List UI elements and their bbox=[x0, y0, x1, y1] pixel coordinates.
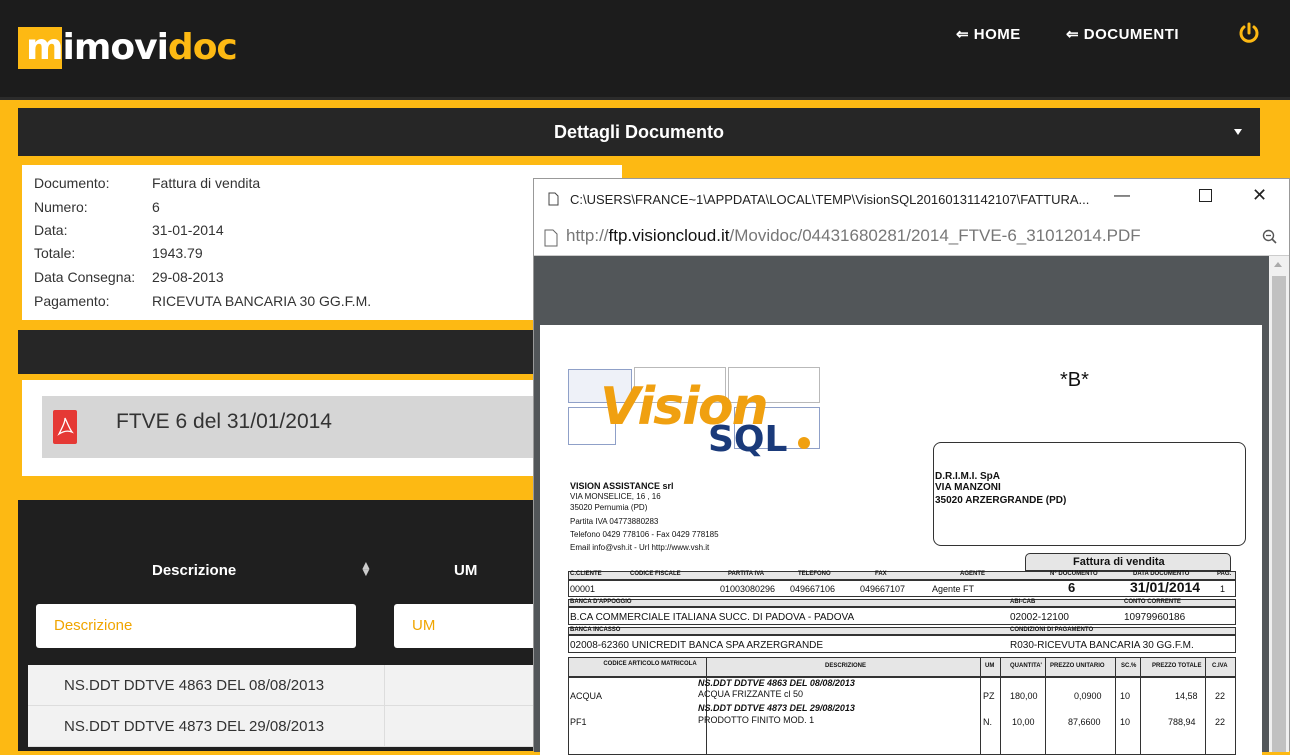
sender-address: VIA MONSELICE, 16 , 16 bbox=[570, 492, 661, 501]
scroll-up-icon[interactable] bbox=[1274, 262, 1282, 267]
maximize-icon[interactable] bbox=[1199, 189, 1212, 202]
scrollbar-thumb[interactable] bbox=[1272, 276, 1286, 752]
sender-city: 35020 Pernumia (PD) bbox=[570, 503, 648, 512]
attachment-title: FTVE 6 del 31/01/2014 bbox=[116, 410, 332, 433]
window-title-bar[interactable]: C:\USERS\FRANCE~1\APPDATA\LOCAL\TEMP\Vis… bbox=[534, 179, 1289, 219]
page-icon bbox=[544, 229, 558, 247]
detail-row-numero: Numero: 6 bbox=[34, 199, 160, 215]
lines-body bbox=[568, 677, 1236, 755]
rows-table: Descrizione ▲ ▼ UM Descrizione UM NS.DDT … bbox=[18, 500, 584, 751]
visionsql-logo: Vision SQL bbox=[568, 367, 820, 472]
table-row[interactable]: NS.DDT DDTVE 4873 DEL 29/08/2013 bbox=[28, 706, 578, 747]
page-icon bbox=[548, 192, 559, 206]
registered-icon bbox=[798, 437, 810, 449]
top-bar: mimovidoc ⇐ HOME ⇐ DOCUMENTI bbox=[0, 0, 1290, 100]
attachment-item[interactable]: FTVE 6 del 31/01/2014 bbox=[42, 396, 562, 458]
sort-icon[interactable]: ▲ ▼ bbox=[360, 559, 372, 578]
logo-mi: mi bbox=[26, 27, 75, 68]
power-icon[interactable] bbox=[1238, 22, 1260, 44]
close-icon[interactable]: ✕ bbox=[1252, 185, 1267, 206]
detail-row-documento: Documento: Fattura di vendita bbox=[34, 175, 261, 191]
window-title: C:\USERS\FRANCE~1\APPDATA\LOCAL\TEMP\Vis… bbox=[570, 192, 1090, 207]
logo-doc: doc bbox=[167, 27, 238, 68]
detail-row-data: Data: 31-01-2014 bbox=[34, 222, 224, 238]
detail-row-consegna: Data Consegna: 29-08-2013 bbox=[34, 269, 224, 285]
nav-documenti-link[interactable]: ⇐ DOCUMENTI bbox=[1066, 25, 1179, 43]
card-header[interactable]: Dettagli Documento bbox=[18, 108, 1260, 156]
card-title: Dettagli Documento bbox=[553, 122, 724, 142]
logo-movi: movi bbox=[73, 27, 169, 68]
doc-type: Fattura di vendita bbox=[1073, 556, 1165, 568]
sender-email: Email info@vsh.it - Url http://www.vsh.i… bbox=[570, 543, 710, 552]
recipient-street: VIA MANZONI bbox=[935, 482, 1001, 493]
recipient-name: D.R.I.M.I. SpA bbox=[935, 471, 1000, 482]
descrizione-filter-input[interactable]: Descrizione bbox=[36, 604, 356, 648]
pdf-file-icon bbox=[53, 410, 77, 444]
detail-row-totale: Totale: 1943.79 bbox=[34, 245, 203, 261]
sender-vat: Partita IVA 04773880283 bbox=[570, 517, 659, 526]
document-details: Documento: Fattura di vendita Numero: 6 Da… bbox=[22, 165, 622, 320]
vertical-scrollbar[interactable] bbox=[1269, 256, 1289, 752]
pdf-viewer-window[interactable]: C:\USERS\FRANCE~1\APPDATA\LOCAL\TEMP\Vis… bbox=[533, 178, 1290, 755]
detail-row-pagamento: Pagamento: RICEVUTA BANCARIA 30 GG.F.M. bbox=[34, 293, 372, 309]
chevron-down-icon[interactable] bbox=[1234, 129, 1242, 135]
attachment-panel: FTVE 6 del 31/01/2014 bbox=[22, 380, 582, 476]
pdf-mark: *B* bbox=[1060, 369, 1089, 391]
sender-name: VISION ASSISTANCE srl bbox=[570, 481, 674, 491]
address-url: http://ftp.visioncloud.it/Movidoc/044316… bbox=[566, 226, 1141, 245]
sender-phone: Telefono 0429 778106 - Fax 0429 778185 bbox=[570, 530, 719, 539]
column-header-um[interactable]: UM bbox=[454, 562, 477, 579]
minimize-icon[interactable]: — bbox=[1114, 187, 1130, 205]
recipient-box bbox=[933, 442, 1246, 546]
nav-home-link[interactable]: ⇐ HOME bbox=[956, 25, 1021, 43]
column-header-descrizione[interactable]: Descrizione bbox=[152, 562, 236, 579]
zoom-icon[interactable] bbox=[1262, 229, 1278, 245]
table-row[interactable]: NS.DDT DDTVE 4863 DEL 08/08/2013 bbox=[28, 665, 578, 706]
address-bar[interactable]: http://ftp.visioncloud.it/Movidoc/044316… bbox=[534, 219, 1289, 256]
logo-sql-text: SQL bbox=[708, 419, 788, 460]
recipient-city: 35020 ARZERGRANDE (PD) bbox=[935, 495, 1067, 506]
pdf-page: *B* Vision SQL VISION ASSISTANCE srl VIA… bbox=[540, 325, 1262, 755]
